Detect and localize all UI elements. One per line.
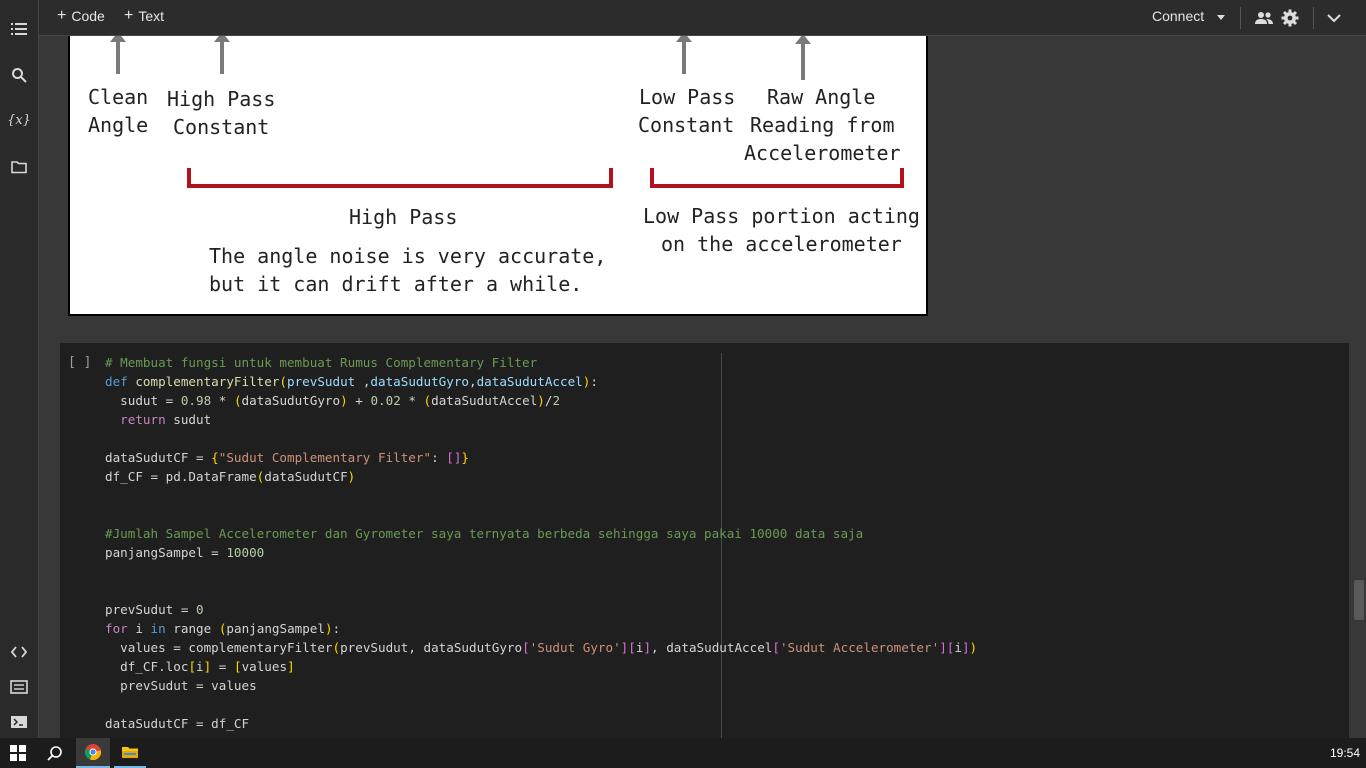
label-lp-desc-1: Low Pass portion acting (643, 204, 920, 228)
run-cell-button[interactable]: [ ] (68, 355, 91, 370)
page-scrollbar[interactable] (1354, 580, 1364, 620)
variables-icon[interactable]: {x} (7, 110, 31, 130)
toolbar-divider (1313, 7, 1314, 29)
plus-icon: + (124, 7, 134, 24)
toolbar-divider (1240, 7, 1241, 29)
label-lp-desc-2: on the accelerometer (661, 232, 902, 256)
label-constant: Constant (173, 115, 269, 139)
code-editor[interactable]: # Membuat fungsi untuk membuat Rumus Com… (105, 353, 1335, 733)
folder-icon[interactable] (9, 157, 29, 177)
label-reading-from: Reading from (750, 113, 895, 137)
command-palette-icon[interactable] (9, 677, 29, 697)
code-snippets-icon[interactable] (9, 642, 29, 662)
system-clock: 19:54 (1329, 746, 1360, 760)
add-text-button[interactable]: + Text (124, 7, 165, 25)
label-high-pass-title: High Pass (349, 205, 457, 229)
label-raw-angle: Raw Angle (767, 85, 875, 109)
connect-button[interactable]: Connect (1152, 8, 1204, 24)
gear-icon[interactable] (1279, 7, 1301, 29)
chrome-icon[interactable] (76, 738, 110, 768)
figure-drawing: Clean Angle High Pass Constant Low Pass … (88, 36, 920, 296)
toc-icon[interactable] (9, 19, 29, 39)
label-low-constant: Constant (638, 113, 734, 137)
add-text-label: Text (138, 8, 165, 24)
add-code-label: Code (71, 8, 105, 24)
terminal-icon[interactable] (9, 712, 29, 732)
label-clean: Clean (88, 85, 148, 109)
code-cell[interactable]: [ ] # Membuat fungsi untuk membuat Rumus… (60, 343, 1349, 738)
file-explorer-icon[interactable] (114, 738, 146, 768)
label-hp-desc-1: The angle noise is very accurate, (209, 244, 606, 268)
share-people-icon[interactable] (1253, 7, 1275, 29)
chevron-down-icon[interactable] (1323, 7, 1345, 29)
label-angle: Angle (88, 113, 148, 137)
label-hp-desc-2: but it can drift after a while. (209, 272, 582, 296)
complementary-filter-figure: Clean Angle High Pass Constant Low Pass … (68, 36, 928, 316)
add-code-button[interactable]: + Code (57, 7, 105, 25)
plus-icon: + (57, 7, 67, 24)
left-sidebar: {x} (0, 0, 39, 738)
search-icon[interactable] (9, 65, 29, 85)
search-icon[interactable] (40, 738, 70, 768)
notebook-content: Clean Angle High Pass Constant Low Pass … (39, 36, 1366, 738)
notebook-toolbar: + Code + Text Connect (39, 0, 1366, 36)
label-low-pass: Low Pass (639, 85, 735, 109)
connect-dropdown-icon[interactable] (1217, 15, 1225, 20)
label-accelerometer: Accelerometer (744, 141, 901, 165)
windows-start-icon[interactable] (4, 738, 32, 768)
os-taskbar: 19:54 (0, 738, 1366, 768)
label-high-pass: High Pass (167, 87, 275, 111)
